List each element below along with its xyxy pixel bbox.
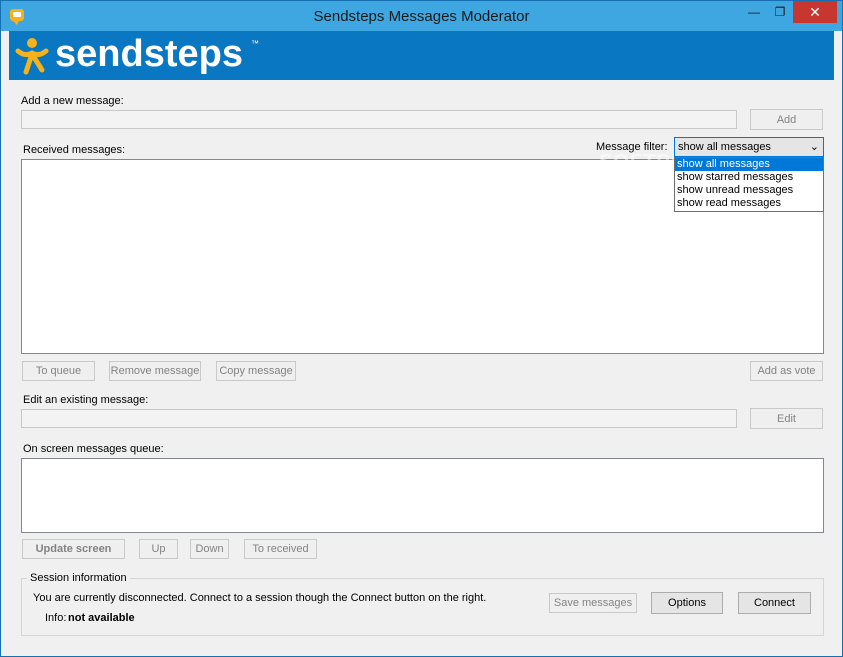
copy-message-button[interactable]: Copy message [216,361,296,381]
info-value: not available [68,612,135,624]
edit-message-input[interactable] [21,409,737,428]
message-filter-selected: show all messages [678,141,771,153]
filter-option-all[interactable]: show all messages [675,158,823,171]
remove-message-button[interactable]: Remove message [109,361,201,381]
add-as-vote-button[interactable]: Add as vote [750,361,823,381]
info-label: Info: [45,612,67,624]
chevron-down-icon: ⌄ [809,141,819,153]
add-message-label: Add a new message: [21,95,124,107]
minimize-button[interactable]: — [741,1,767,23]
app-window: Sendsteps Messages Moderator — ❐ ✕ sends… [0,0,843,657]
add-message-input[interactable] [21,110,737,129]
edit-message-label: Edit an existing message: [23,394,149,406]
session-status-text: You are currently disconnected. Connect … [33,592,487,604]
logo-figure-icon [15,38,49,75]
up-button[interactable]: Up [139,539,178,559]
filter-option-read[interactable]: show read messages [675,197,823,210]
down-button[interactable]: Down [190,539,229,559]
to-queue-button[interactable]: To queue [22,361,95,381]
add-button[interactable]: Add [750,109,823,130]
edit-button[interactable]: Edit [750,408,823,429]
save-messages-button[interactable]: Save messages [549,593,637,613]
title-bar[interactable]: Sendsteps Messages Moderator — ❐ ✕ [1,1,842,31]
close-button[interactable]: ✕ [793,1,837,23]
maximize-button[interactable]: ❐ [767,1,793,23]
options-button[interactable]: Options [651,592,723,614]
window-title: Sendsteps Messages Moderator [313,8,530,25]
received-messages-label: Received messages: [23,144,126,156]
connect-button[interactable]: Connect [738,592,811,614]
queue-label: On screen messages queue: [23,443,164,455]
update-screen-button[interactable]: Update screen [22,539,125,559]
filter-option-unread[interactable]: show unread messages [675,184,823,197]
logo-wordmark: sendsteps [55,33,243,75]
trademark-symbol: ™ [251,39,259,48]
filter-option-starred[interactable]: show starred messages [675,171,823,184]
on-screen-queue-list[interactable] [21,458,824,533]
to-received-button[interactable]: To received [244,539,317,559]
brand-banner: sendsteps ™ [9,31,834,80]
message-filter-dropdown: show all messages show starred messages … [674,157,824,212]
message-filter-select[interactable]: show all messages ⌄ [674,137,824,157]
session-information-title: Session information [27,572,130,584]
